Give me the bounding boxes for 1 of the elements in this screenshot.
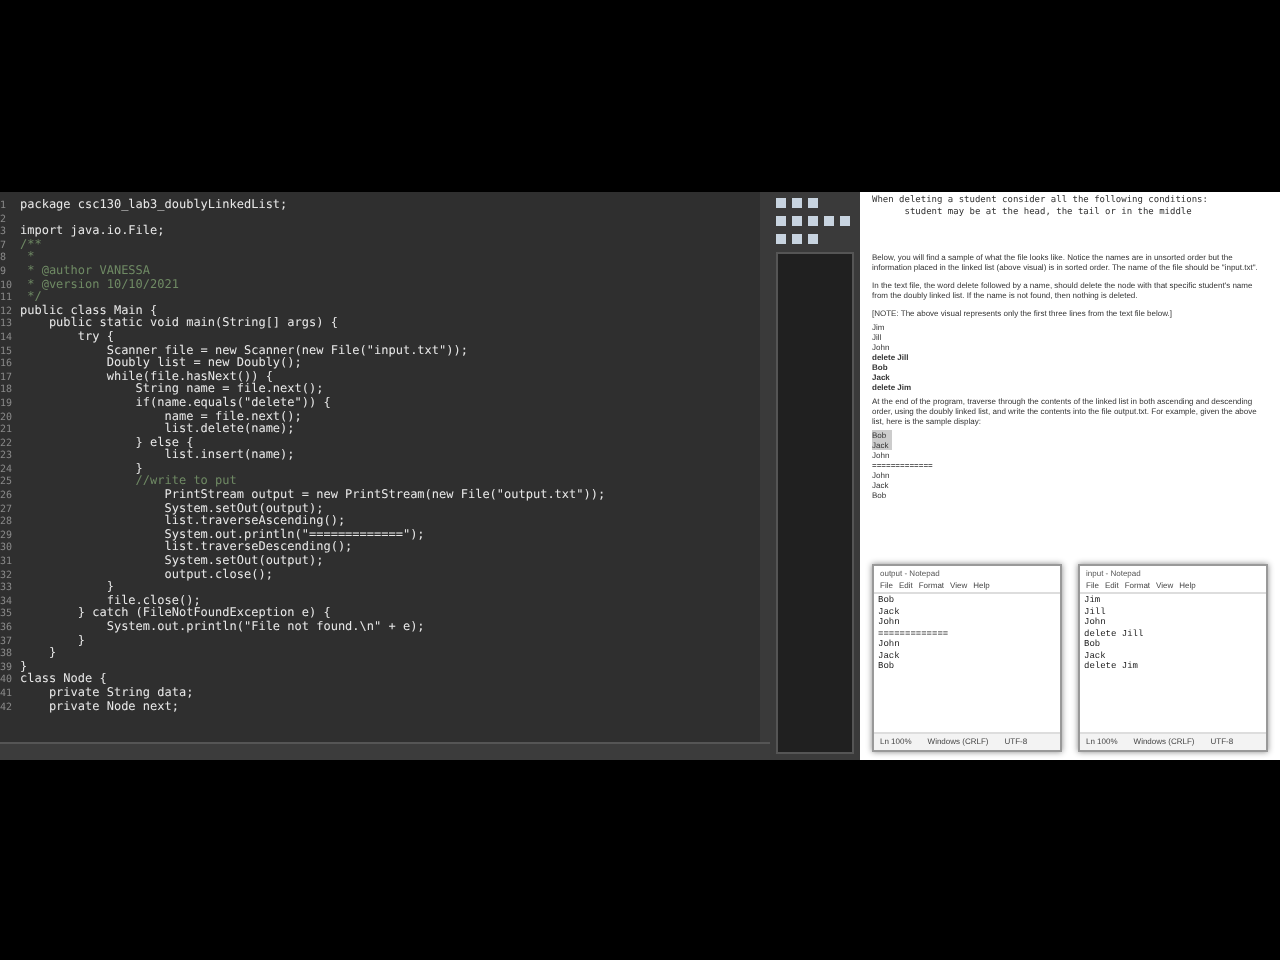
scrollbar[interactable] xyxy=(760,192,770,742)
